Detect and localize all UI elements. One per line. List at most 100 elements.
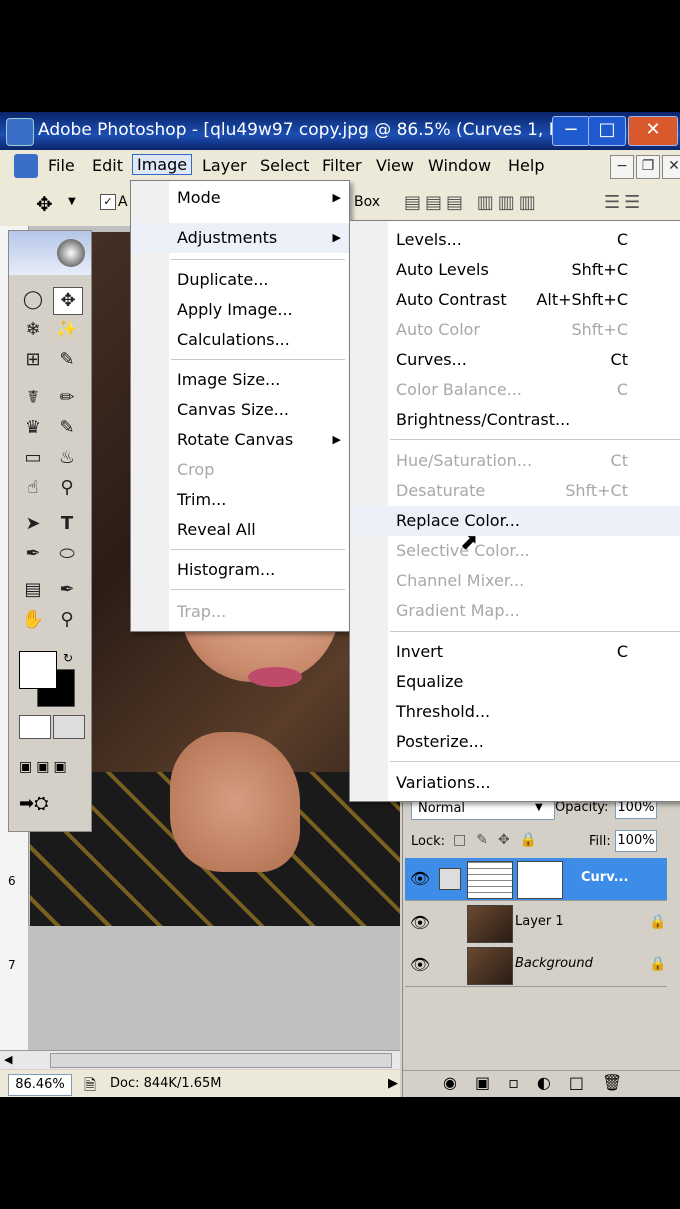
scroll-left-icon[interactable]: ◀ [4,1053,12,1066]
foreground-color-swatch[interactable] [19,651,57,689]
blur-tool-icon[interactable]: ☝ [19,475,47,501]
shape-tool-icon[interactable]: ⬭ [53,541,81,567]
zoom-tool-icon[interactable]: ⚲ [53,607,81,633]
menu-filter[interactable]: Filter [322,156,362,175]
align-buttons-icon[interactable]: ▤▤▤ ▥▥▥ [404,192,540,213]
adjustments-item-channel-mixer[interactable]: Channel Mixer... [350,566,680,596]
adjustments-item-variations[interactable]: Variations... [350,768,680,798]
screen-mode-icons[interactable]: ▣▣▣ [19,759,79,777]
slice-tool-icon[interactable]: ✎ [53,347,81,373]
zoom-field[interactable]: 86.46% [8,1074,72,1096]
marquee-tool-icon[interactable]: ◯ [19,287,47,313]
move-tool-button[interactable]: ✥ [53,287,83,315]
lock-options-icons[interactable]: □✎✥🔒 [453,832,547,848]
scroll-thumb[interactable] [50,1053,392,1068]
dodge-tool-icon[interactable]: ⚲ [53,475,81,501]
clone-stamp-icon[interactable]: ♛ [19,415,47,441]
doc-close-button[interactable]: ✕ [662,155,680,179]
visibility-eye-icon[interactable]: 👁 [409,912,431,934]
adjustments-item-auto-levels[interactable]: Auto Levels Shft+C [350,255,680,285]
quick-mask-button[interactable] [53,715,85,739]
move-tool-icon[interactable]: ✥ [36,192,53,216]
layer-row-layer1[interactable]: 👁 Layer 1 🔒 [405,902,667,945]
toolbox-header[interactable] [9,231,91,275]
image-menu-item-canvas-size[interactable]: Canvas Size... [131,395,349,425]
paint-bucket-icon[interactable]: ♨ [53,445,81,471]
distribute-buttons-icon[interactable]: ☰☰ [604,192,644,213]
magic-wand-icon[interactable]: ✨ [53,317,81,343]
menu-window[interactable]: Window [428,156,491,175]
chevron-down-icon[interactable]: ▼ [68,196,76,207]
jump-to-imageready-icon[interactable]: ➡⛭ [19,793,79,817]
adjustments-item-hue-saturation[interactable]: Hue/Saturation... Ct [350,446,680,476]
menu-select[interactable]: Select [260,156,309,175]
minimize-button[interactable]: − [552,116,590,146]
adjustments-item-gradient-map[interactable]: Gradient Map... [350,596,680,626]
layer-row-curves[interactable]: 👁 Curv... [405,858,667,901]
document-icon[interactable] [14,154,38,178]
adjustments-item-invert[interactable]: Invert C [350,637,680,667]
menu-edit[interactable]: Edit [92,156,123,175]
status-arrow-icon[interactable]: ▶ [388,1076,398,1091]
adjustments-item-auto-color[interactable]: Auto Color Shft+C [350,315,680,345]
layer-mask-link-icon[interactable] [439,868,461,890]
layer-name[interactable]: Curv... [581,870,628,885]
image-menu-item-mode[interactable]: Mode ▶ [131,183,349,213]
auto-select-checkbox[interactable]: ✓ [100,194,116,210]
mask-thumbnail[interactable] [517,861,563,899]
layer-thumbnail[interactable] [467,905,513,943]
layer-action-icons[interactable]: ◉▣▫◐□🗑 [443,1073,640,1092]
image-menu-item-rotate-canvas[interactable]: Rotate Canvas ▶ [131,425,349,455]
layer-row-background[interactable]: 👁 Background 🔒 [405,944,667,987]
layer-name[interactable]: Background [515,956,593,971]
type-tool-icon[interactable]: T [53,511,81,537]
image-menu-item-duplicate[interactable]: Duplicate... [131,265,349,295]
adjustments-item-color-balance[interactable]: Color Balance... C [350,375,680,405]
image-menu-item-image-size[interactable]: Image Size... [131,365,349,395]
close-button[interactable]: ✕ [628,116,678,146]
image-menu-item-reveal-all[interactable]: Reveal All [131,515,349,545]
layer-name[interactable]: Layer 1 [515,914,564,929]
standard-mode-button[interactable] [19,715,51,739]
adjustments-item-replace-color[interactable]: Replace Color... [350,506,680,536]
brush-tool-icon[interactable]: ✏ [53,385,81,411]
layer-thumbnail[interactable] [467,947,513,985]
fill-field[interactable]: 100% [615,830,657,852]
maximize-button[interactable]: □ [588,116,626,146]
menu-view[interactable]: View [376,156,414,175]
visibility-eye-icon[interactable]: 👁 [409,954,431,976]
adjustments-item-desaturate[interactable]: Desaturate Shft+Ct [350,476,680,506]
adjustments-item-levels[interactable]: Levels... C [350,225,680,255]
adjustments-item-posterize[interactable]: Posterize... [350,727,680,757]
image-menu-item-trap[interactable]: Trap... [131,597,349,627]
adjustments-item-threshold[interactable]: Threshold... [350,697,680,727]
image-menu-item-crop[interactable]: Crop [131,455,349,485]
blend-chevron-down-icon[interactable]: ▼ [535,802,543,813]
adjustments-item-curves[interactable]: Curves... Ct [350,345,680,375]
doc-info-icon[interactable]: 🗎 [84,1075,96,1097]
eraser-tool-icon[interactable]: ▭ [19,445,47,471]
menu-help[interactable]: Help [508,156,544,175]
adjustments-item-brightness-contrast[interactable]: Brightness/Contrast... [350,405,680,435]
doc-minimize-button[interactable]: − [610,155,634,179]
hand-tool-icon[interactable]: ✋ [19,607,47,633]
crop-tool-icon[interactable]: ⊞ [19,347,47,373]
eyedropper-icon[interactable]: ✒ [53,577,81,603]
adjustments-item-equalize[interactable]: Equalize [350,667,680,697]
menu-file[interactable]: File [48,156,75,175]
menu-layer[interactable]: Layer [202,156,247,175]
adjustments-item-selective-color[interactable]: Selective Color... [350,536,680,566]
swap-colors-icon[interactable]: ↻ [63,651,73,665]
path-selection-icon[interactable]: ➤ [19,511,47,537]
pen-tool-icon[interactable]: ✒ [19,541,47,567]
healing-brush-icon[interactable]: ☤ [19,385,47,411]
doc-restore-button[interactable]: ❐ [636,155,660,179]
image-menu-item-trim[interactable]: Trim... [131,485,349,515]
lasso-tool-icon[interactable]: ❄ [19,317,47,343]
visibility-eye-icon[interactable]: 👁 [409,868,431,890]
adjustments-item-auto-contrast[interactable]: Auto Contrast Alt+Shft+C [350,285,680,315]
notes-tool-icon[interactable]: ▤ [19,577,47,603]
image-menu-item-calculations[interactable]: Calculations... [131,325,349,355]
image-menu-item-histogram[interactable]: Histogram... [131,555,349,585]
image-menu-item-apply-image[interactable]: Apply Image... [131,295,349,325]
